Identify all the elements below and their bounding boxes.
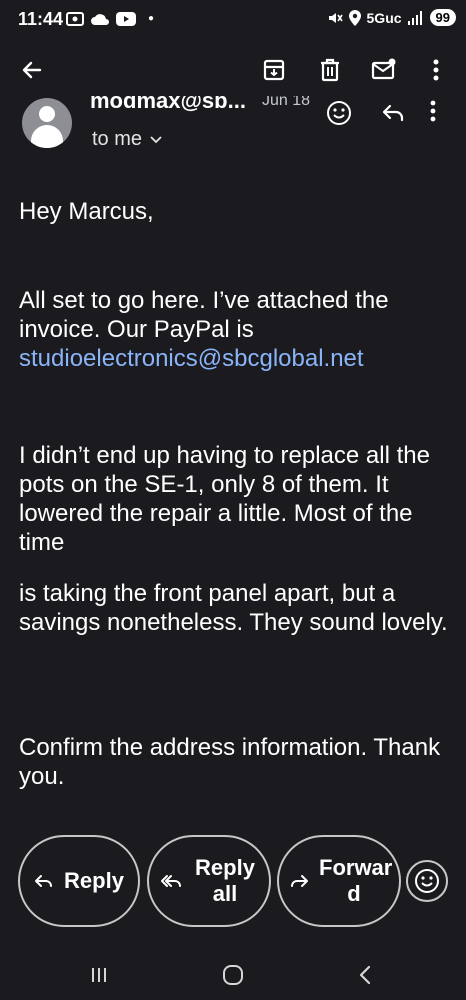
paragraph-invoice-text: All set to go here. I’ve attached the in… (19, 287, 389, 343)
forward-icon (291, 875, 308, 887)
forward-button[interactable]: Forwar d (277, 835, 401, 927)
home-icon[interactable] (218, 960, 248, 990)
signal-icon (407, 10, 422, 25)
network-label: 5Guc (366, 9, 402, 26)
paragraph-confirm: Confirm the address information. Thank y… (19, 734, 441, 790)
reply-button[interactable]: Reply (18, 835, 140, 927)
forward-label: Forwar d (319, 855, 393, 906)
archive-icon[interactable] (260, 56, 288, 84)
email-link[interactable]: studioelectronics@sbcglobal.net (19, 345, 364, 372)
paragraph-savings: is taking the front panel apart, but a s… (19, 580, 448, 636)
top-toolbar (0, 44, 466, 96)
system-nav-bar (0, 950, 466, 1000)
screenshot-icon (66, 12, 84, 26)
paragraph-invoice: All set to go here. I’ve attached the in… (19, 286, 449, 373)
mark-unread-icon[interactable] (370, 56, 398, 84)
battery-indicator: 99 (429, 9, 456, 26)
avatar[interactable] (22, 98, 72, 148)
cloud-icon (91, 14, 109, 25)
reply-all-button[interactable]: Reply all (147, 835, 271, 927)
avatar-head (39, 106, 55, 122)
chevron-down-icon (150, 135, 162, 143)
more-vert-icon[interactable] (422, 56, 450, 84)
recipient-label: to me (92, 128, 143, 150)
trash-icon[interactable] (316, 56, 344, 84)
dot-icon: ● (148, 13, 155, 24)
recipient-details[interactable]: to me (92, 128, 162, 151)
avatar-body (31, 125, 63, 148)
notification-icons: ● (66, 10, 154, 28)
mute-icon (328, 12, 343, 23)
emoji-icon (415, 869, 439, 893)
message-more-icon[interactable] (430, 100, 444, 126)
reply-all-icon (161, 875, 181, 887)
reply-icon[interactable] (380, 100, 406, 126)
status-right: 5Guc 99 (327, 9, 456, 26)
greeting: Hey Marcus, (19, 198, 154, 225)
location-icon (348, 9, 361, 26)
status-bar: 11:44 ● 5Guc 99 (0, 0, 466, 40)
add-reaction-icon[interactable] (326, 100, 352, 126)
back-arrow-icon[interactable] (18, 56, 46, 84)
status-time: 11:44 (18, 9, 64, 29)
emoji-reaction-button[interactable] (406, 860, 448, 902)
email-screen: 11:44 ● 5Guc 99 modmax@sb... Jun 18 to m… (0, 0, 466, 1000)
back-nav-icon[interactable] (350, 960, 380, 990)
reply-all-label: Reply all (195, 855, 255, 906)
paragraph-repair: I didn’t end up having to replace all th… (19, 442, 430, 556)
recents-icon[interactable] (84, 960, 114, 990)
reply-label: Reply (64, 868, 124, 893)
youtube-icon (116, 12, 136, 26)
reply-icon (35, 875, 53, 887)
